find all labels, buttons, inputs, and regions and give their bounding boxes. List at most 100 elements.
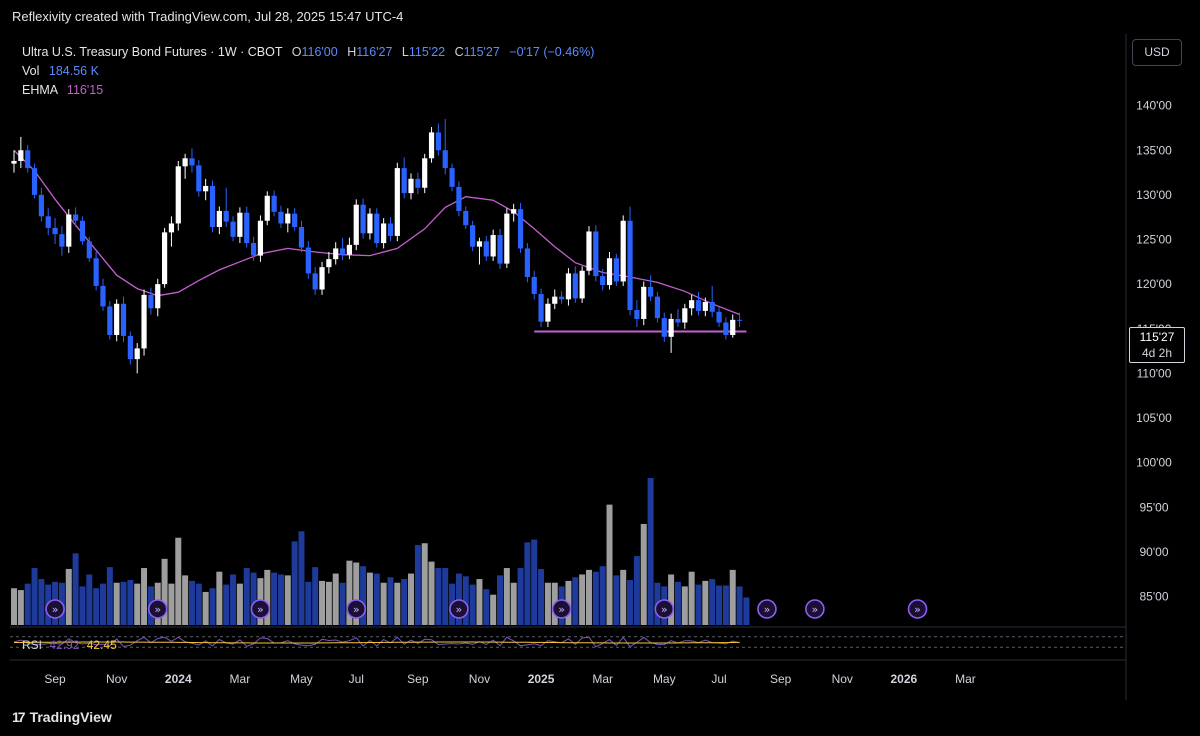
candle-body[interactable] bbox=[155, 284, 161, 309]
candle-body[interactable] bbox=[271, 195, 277, 212]
candle-body[interactable] bbox=[25, 150, 31, 169]
candle-body[interactable] bbox=[114, 303, 120, 336]
candle-body[interactable] bbox=[196, 165, 202, 192]
candle-body[interactable] bbox=[408, 178, 414, 194]
candle-body[interactable] bbox=[709, 301, 715, 312]
candle-body[interactable] bbox=[59, 234, 65, 247]
candle-body[interactable] bbox=[497, 235, 503, 264]
candle-body[interactable] bbox=[627, 220, 633, 311]
candle-body[interactable] bbox=[613, 258, 619, 282]
candle-body[interactable] bbox=[730, 319, 736, 336]
candle-body[interactable] bbox=[339, 248, 346, 255]
candle-body[interactable] bbox=[641, 286, 647, 319]
candle-body[interactable] bbox=[223, 210, 229, 222]
candle-body[interactable] bbox=[93, 258, 99, 286]
candle-body[interactable] bbox=[367, 213, 373, 234]
candle-body[interactable] bbox=[38, 194, 44, 217]
candle-body[interactable] bbox=[538, 293, 544, 322]
candle-body[interactable] bbox=[292, 213, 298, 228]
candle-body[interactable] bbox=[524, 248, 530, 277]
candle-body[interactable] bbox=[470, 225, 476, 247]
candle-body[interactable] bbox=[476, 241, 483, 247]
candle-body[interactable] bbox=[682, 308, 688, 323]
candle-body[interactable] bbox=[326, 259, 332, 268]
candle-body[interactable] bbox=[141, 294, 147, 349]
candle-body[interactable] bbox=[244, 212, 250, 244]
candle-body[interactable] bbox=[346, 244, 353, 255]
candle-body[interactable] bbox=[723, 322, 729, 336]
candle-body[interactable] bbox=[52, 227, 58, 235]
candle-body[interactable] bbox=[517, 209, 524, 249]
candle-body[interactable] bbox=[531, 276, 537, 294]
candle-body[interactable] bbox=[442, 150, 448, 169]
candle-body[interactable] bbox=[593, 231, 599, 277]
candle-body[interactable] bbox=[552, 296, 558, 304]
candle-body[interactable] bbox=[435, 132, 441, 151]
candle-body[interactable] bbox=[600, 276, 606, 286]
candle-body[interactable] bbox=[319, 267, 325, 290]
candle-body[interactable] bbox=[456, 186, 462, 211]
candle-body[interactable] bbox=[353, 204, 359, 245]
candle-body[interactable] bbox=[305, 247, 311, 274]
candle-body[interactable] bbox=[511, 209, 517, 214]
volume-label[interactable]: Vol bbox=[22, 64, 39, 78]
candle-body[interactable] bbox=[504, 213, 510, 264]
candle-body[interactable] bbox=[100, 285, 106, 307]
candle-body[interactable] bbox=[298, 227, 305, 248]
candle-body[interactable] bbox=[182, 158, 188, 167]
candle-body[interactable] bbox=[606, 258, 613, 286]
candle-body[interactable] bbox=[148, 294, 154, 309]
candle-body[interactable] bbox=[312, 273, 318, 290]
price-chart-svg[interactable]: »»»»»»»»»»145'00140'00135'00130'00125'00… bbox=[10, 34, 1200, 700]
candle-body[interactable] bbox=[11, 160, 17, 164]
candle-body[interactable] bbox=[654, 296, 661, 319]
candle-body[interactable] bbox=[716, 311, 722, 323]
candle-body[interactable] bbox=[230, 221, 236, 237]
candle-body[interactable] bbox=[647, 286, 654, 297]
candle-body[interactable] bbox=[381, 223, 387, 244]
candle-body[interactable] bbox=[483, 241, 489, 257]
chart-area[interactable]: »»»»»»»»»»145'00140'00135'00130'00125'00… bbox=[10, 34, 1172, 700]
candle-body[interactable] bbox=[394, 168, 400, 236]
candle-body[interactable] bbox=[736, 319, 743, 321]
candle-body[interactable] bbox=[18, 150, 24, 161]
candle-body[interactable] bbox=[572, 273, 578, 299]
candle-body[interactable] bbox=[66, 214, 72, 247]
candle-body[interactable] bbox=[422, 158, 428, 188]
candle-body[interactable] bbox=[490, 235, 496, 257]
symbol-title[interactable]: Ultra U.S. Treasury Bond Futures · 1W · … bbox=[22, 45, 282, 59]
currency-button[interactable]: USD bbox=[1132, 39, 1182, 66]
candle-body[interactable] bbox=[545, 303, 551, 322]
candle-body[interactable] bbox=[565, 273, 572, 300]
candle-body[interactable] bbox=[209, 185, 216, 228]
candle-body[interactable] bbox=[559, 296, 565, 300]
candle-body[interactable] bbox=[86, 241, 92, 259]
candle-body[interactable] bbox=[120, 303, 127, 336]
candle-body[interactable] bbox=[203, 185, 209, 192]
candle-body[interactable] bbox=[216, 210, 222, 228]
candle-body[interactable] bbox=[31, 168, 38, 195]
candle-body[interactable] bbox=[668, 318, 674, 337]
ehma-label[interactable]: EHMA bbox=[22, 83, 57, 97]
candle-body[interactable] bbox=[333, 248, 339, 260]
candle-body[interactable] bbox=[264, 195, 270, 221]
candle-body[interactable] bbox=[428, 132, 435, 159]
candle-body[interactable] bbox=[360, 204, 366, 234]
candle-body[interactable] bbox=[401, 168, 407, 194]
candle-body[interactable] bbox=[168, 223, 175, 233]
rsi-label[interactable]: RSI bbox=[22, 638, 42, 652]
candle-body[interactable] bbox=[257, 220, 264, 256]
candle-body[interactable] bbox=[45, 216, 51, 228]
candle-body[interactable] bbox=[250, 243, 257, 256]
candle-body[interactable] bbox=[702, 301, 708, 311]
candle-body[interactable] bbox=[449, 168, 455, 187]
candle-body[interactable] bbox=[586, 231, 592, 271]
candle-body[interactable] bbox=[134, 348, 140, 360]
candle-body[interactable] bbox=[387, 223, 394, 236]
candle-body[interactable] bbox=[689, 300, 695, 309]
candle-body[interactable] bbox=[661, 318, 667, 337]
candle-body[interactable] bbox=[189, 158, 195, 166]
candle-body[interactable] bbox=[415, 178, 421, 188]
tradingview-logo[interactable]: 17 TradingView bbox=[12, 709, 112, 725]
candle-body[interactable] bbox=[675, 318, 681, 323]
